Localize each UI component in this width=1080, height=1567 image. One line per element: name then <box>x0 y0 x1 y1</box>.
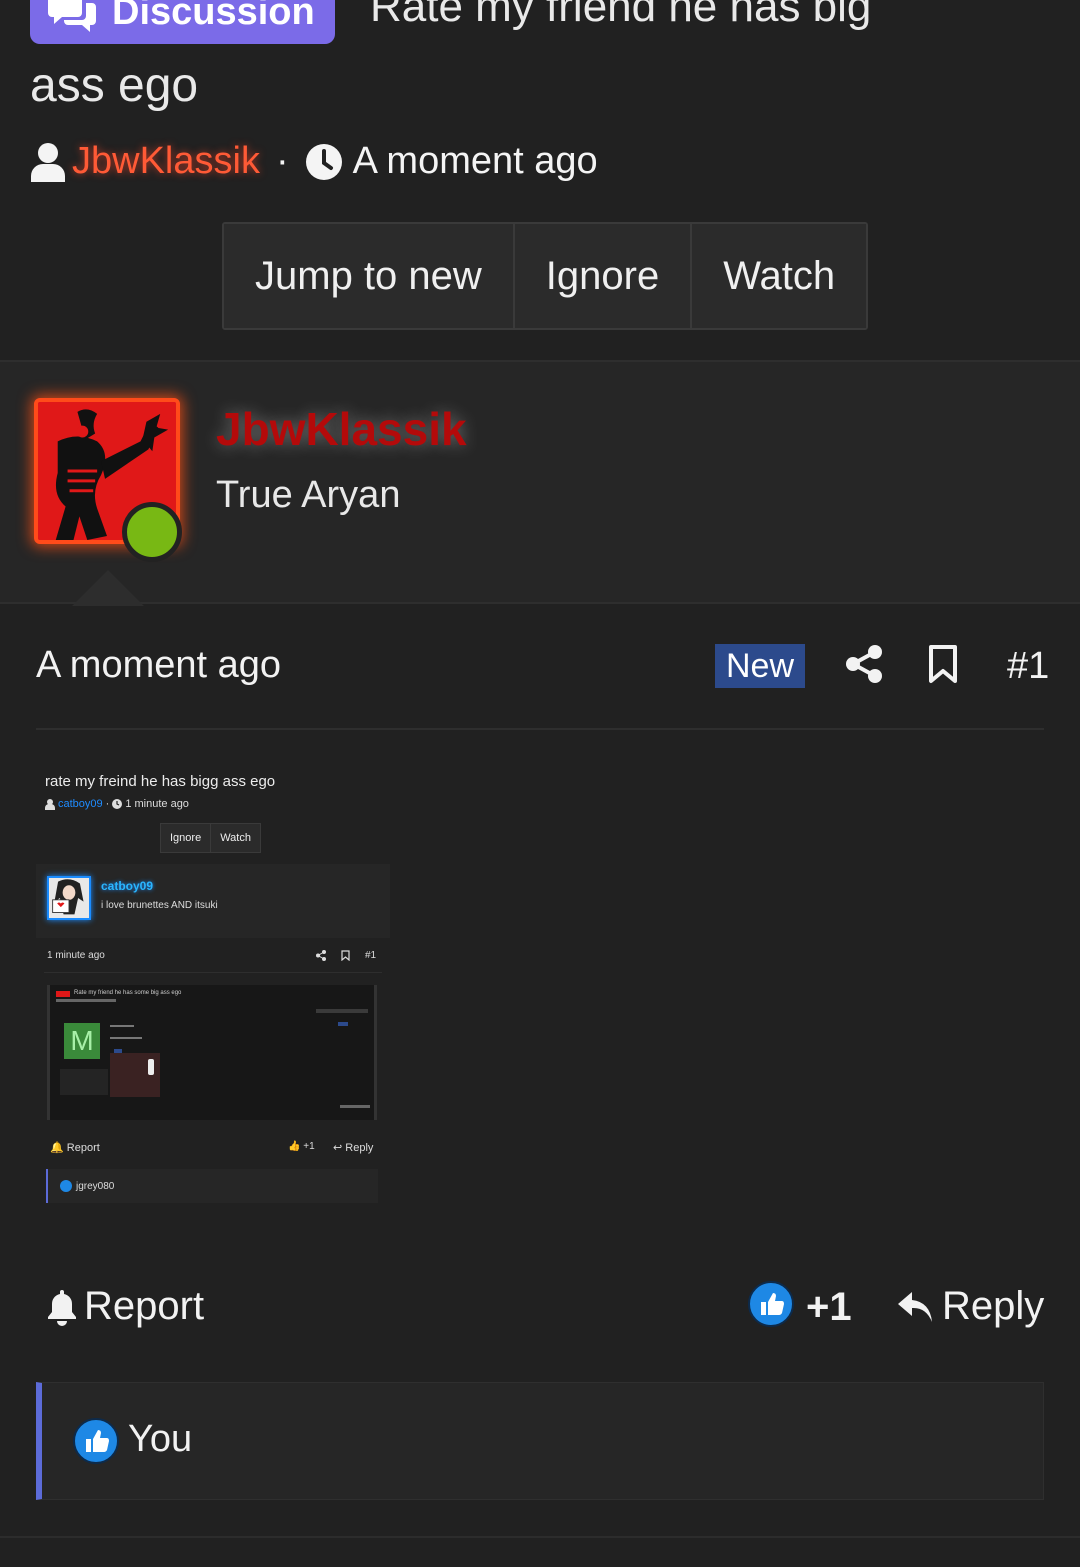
nested-user-title <box>110 1037 142 1039</box>
embed-reply: ↩ Reply <box>333 1142 374 1154</box>
embed-reply-label: Reply <box>345 1142 374 1154</box>
watch-button[interactable]: Watch <box>692 224 867 328</box>
chat-bubbles-icon <box>48 0 96 32</box>
embedded-screenshot[interactable]: rate my freind he has bigg ass ego catbo… <box>36 760 390 1216</box>
embed-reaction-username: jgrey080 <box>76 1180 115 1192</box>
like-count[interactable]: +1 <box>806 1285 852 1330</box>
divider <box>44 972 382 973</box>
thumbs-up-icon <box>60 1180 72 1192</box>
meta-separator: · <box>275 140 289 182</box>
divider <box>36 728 1044 730</box>
thread-time[interactable]: A moment ago <box>353 140 598 183</box>
nested-prefix-label <box>56 991 70 997</box>
share-icon <box>316 950 326 961</box>
report-label: Report <box>84 1284 205 1328</box>
report-button[interactable]: Report <box>46 1284 204 1329</box>
anime-avatar-image <box>49 878 89 918</box>
nested-buttons <box>316 1009 368 1013</box>
thumbs-up-icon <box>73 1418 119 1464</box>
bell-icon <box>48 1289 76 1326</box>
embed-like: 👍 +1 <box>288 1141 315 1152</box>
jump-to-new-button[interactable]: Jump to new <box>224 224 515 328</box>
embed-author: catboy09 <box>58 798 103 810</box>
post-user-title: True Aryan <box>216 474 401 516</box>
share-icon[interactable] <box>845 644 883 684</box>
post-number-link[interactable]: #1 <box>1007 645 1049 688</box>
thread-title-line2: ass ego <box>30 59 199 112</box>
nested-footer <box>340 1105 370 1108</box>
embed-username: catboy09 <box>101 879 154 893</box>
thread-author-link[interactable]: JbwKlassik <box>72 140 260 183</box>
embed-report-label: Report <box>66 1142 100 1154</box>
reply-label: Reply <box>942 1284 1045 1328</box>
new-badge: New <box>715 644 805 688</box>
nested-new-badge <box>338 1022 348 1026</box>
nested-meta <box>56 999 116 1002</box>
embed-post-time: 1 minute ago <box>47 950 105 961</box>
reaction-user[interactable]: You <box>128 1418 192 1461</box>
reply-arrow-icon <box>898 1291 932 1322</box>
embed-like-count: +1 <box>303 1141 315 1152</box>
clock-icon <box>305 143 342 180</box>
divider <box>0 1536 1080 1538</box>
embed-meta: catboy09 · 1 minute ago <box>45 798 189 810</box>
embed-reaction-user: jgrey080 <box>60 1180 114 1192</box>
nested-user-info <box>60 1069 108 1095</box>
embed-report: 🔔 Report <box>50 1142 100 1154</box>
bookmark-icon <box>341 950 350 961</box>
embed-ignore-button: Ignore <box>161 824 212 852</box>
post-pointer-arrow <box>72 570 144 606</box>
thread-title-line1: Rate my friend he has big <box>370 0 872 31</box>
clock-icon <box>112 799 123 809</box>
user-icon <box>45 798 55 810</box>
embed-watch-button: Watch <box>211 824 260 852</box>
nested-image-detail <box>148 1059 154 1075</box>
bookmark-icon[interactable] <box>926 644 960 684</box>
embed-buttons: Ignore Watch <box>160 823 261 853</box>
post-username[interactable]: JbwKlassik <box>216 402 467 456</box>
embed-post-number: #1 <box>365 950 377 961</box>
prefix-label-text: Discussion <box>112 0 315 33</box>
nested-username <box>110 1025 134 1027</box>
online-status-dot <box>122 502 182 562</box>
embed-user-title: i love brunettes AND itsuki <box>101 900 218 911</box>
post-time[interactable]: A moment ago <box>36 644 281 687</box>
thumbs-up-icon[interactable] <box>748 1281 794 1327</box>
discussion-prefix-label[interactable]: Discussion <box>30 0 335 44</box>
embed-time: 1 minute ago <box>125 798 189 810</box>
ignore-button[interactable]: Ignore <box>514 224 693 328</box>
embed-title: rate my freind he has bigg ass ego <box>45 773 276 790</box>
thread-meta: JbwKlassik · A moment ago <box>30 140 598 183</box>
embed-avatar <box>47 876 91 920</box>
thread-action-buttons: Jump to new Ignore Watch <box>222 222 869 330</box>
nested-avatar: M <box>64 1023 100 1059</box>
nested-screenshot: Rate my friend he has some big ass ego M <box>47 985 377 1120</box>
nested-title: Rate my friend he has some big ass ego <box>74 990 182 996</box>
user-icon <box>31 142 65 182</box>
meta-separator: · <box>105 798 110 810</box>
reply-button[interactable]: Reply <box>896 1284 1044 1329</box>
